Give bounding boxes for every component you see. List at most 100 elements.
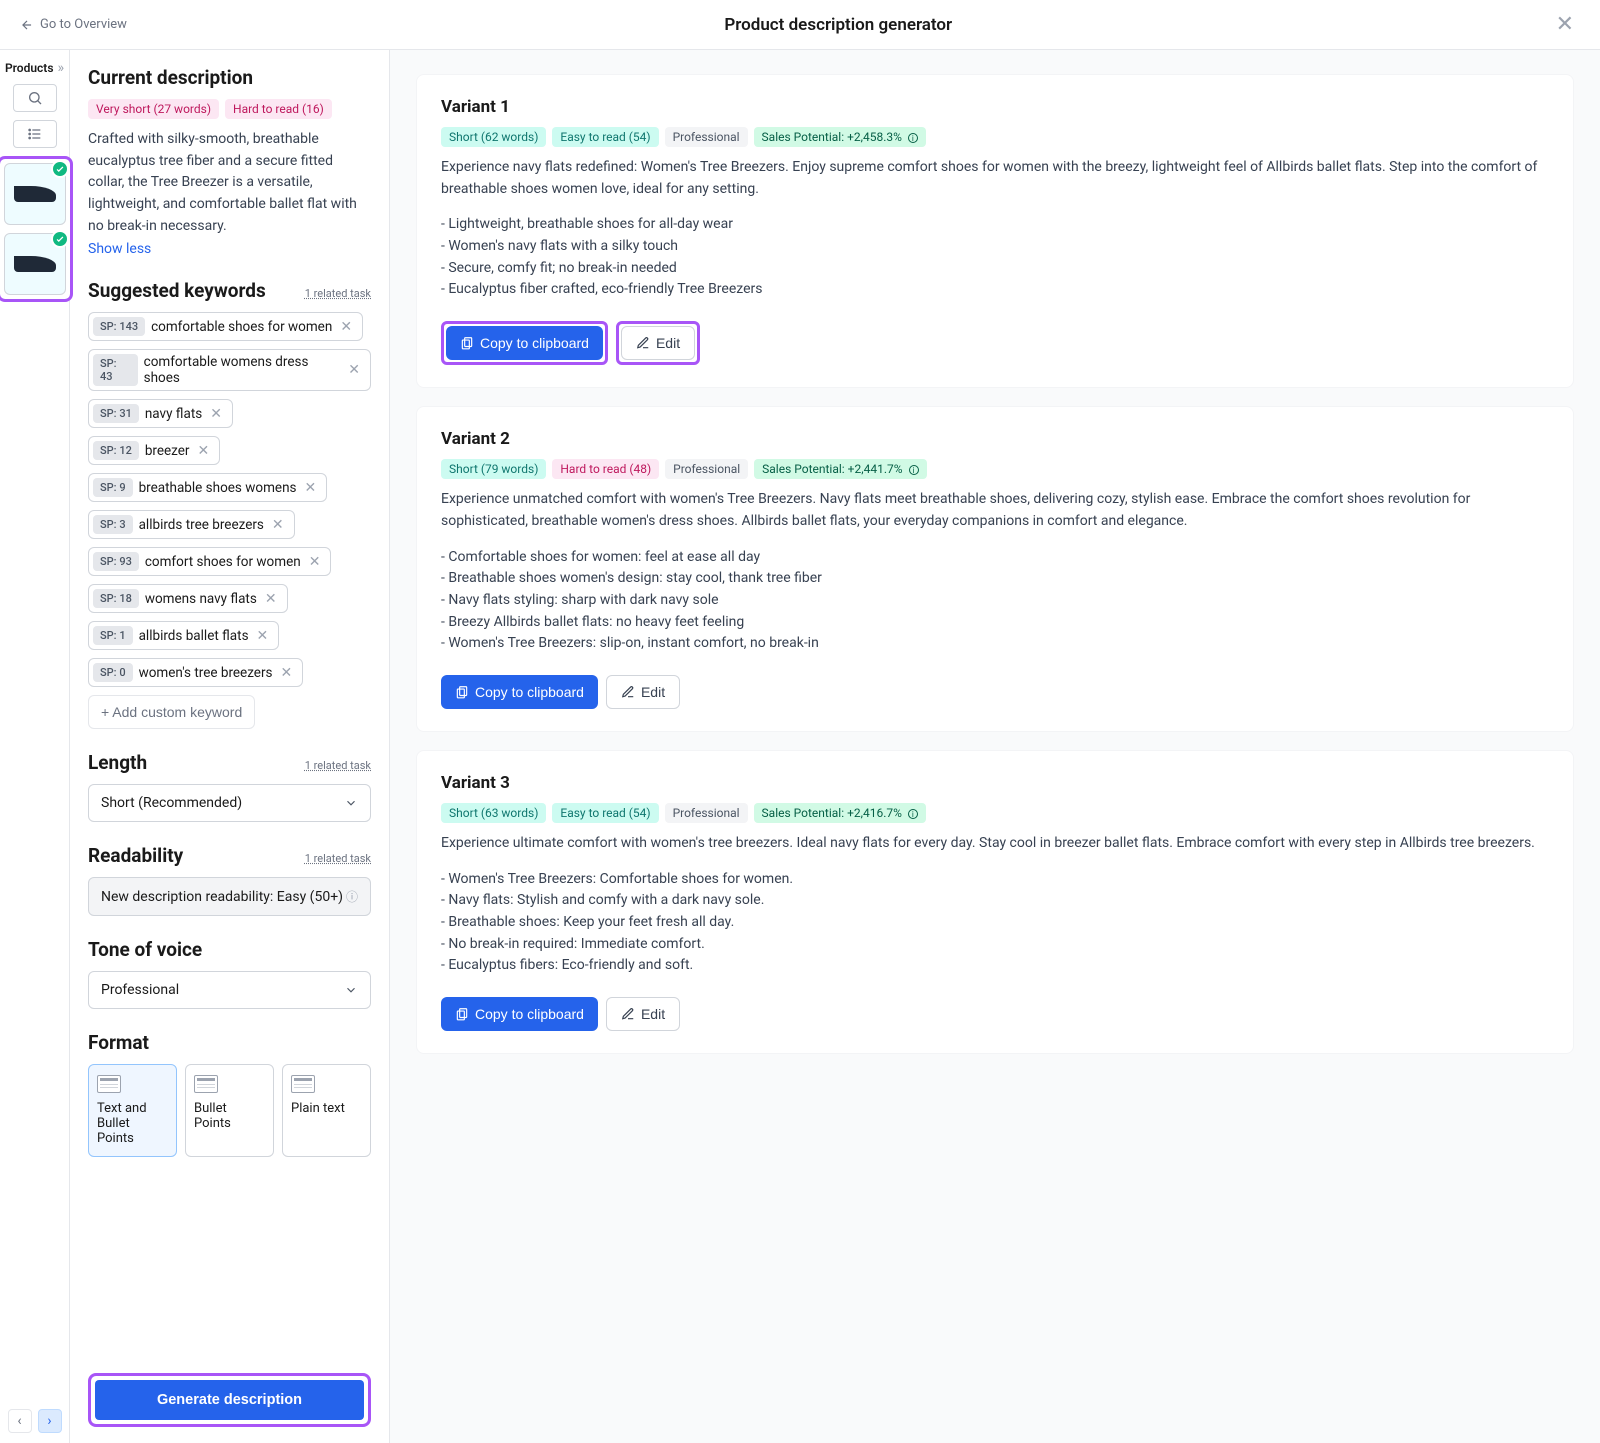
readability-badge: Easy to read (54) (552, 803, 658, 823)
keyword-text: breezer (145, 443, 190, 459)
remove-keyword-icon[interactable]: ✕ (263, 591, 279, 607)
remove-keyword-icon[interactable]: ✕ (270, 517, 286, 533)
tone-heading: Tone of voice (88, 938, 371, 961)
products-column-title: Products (5, 61, 54, 75)
chevron-down-icon (344, 983, 358, 997)
length-related-link[interactable]: 1 related task (305, 759, 371, 772)
copy-button[interactable]: Copy to clipboard (441, 675, 598, 709)
keyword-sp: SP: 143 (93, 317, 145, 336)
search-button[interactable] (13, 84, 57, 112)
remove-keyword-icon[interactable]: ✕ (196, 443, 212, 459)
copy-highlighted: Copy to clipboard (441, 321, 608, 365)
variant-bullets: - Comfortable shoes for women: feel at e… (441, 547, 1549, 655)
keyword-text: allbirds ballet flats (139, 628, 249, 644)
keyword-chip: SP: 143comfortable shoes for women✕ (88, 312, 363, 341)
shoe-image (14, 186, 56, 202)
generate-button-highlighted: Generate description (88, 1373, 371, 1427)
variant-card: Variant 1 Short (62 words)Easy to read (5… (416, 74, 1574, 388)
search-icon (27, 90, 43, 106)
remove-keyword-icon[interactable]: ✕ (346, 362, 362, 378)
readability-related-link[interactable]: 1 related task (305, 852, 371, 865)
variant-title: Variant 2 (441, 429, 1549, 449)
variant-bullet: - Women's Tree Breezers: slip-on, instan… (441, 633, 1549, 655)
edit-button[interactable]: Edit (606, 997, 680, 1031)
format-options: Text and Bullet Points Bullet Points Pla… (88, 1064, 371, 1157)
sales-badge: Sales Potential: +2,458.3% i (754, 127, 926, 147)
remove-keyword-icon[interactable]: ✕ (279, 665, 295, 681)
variant-badges: Short (79 words)Hard to read (48)Profess… (441, 459, 1549, 479)
product-thumbnail[interactable] (4, 233, 66, 295)
next-page-button[interactable]: › (38, 1409, 62, 1433)
variant-bullet: - Comfortable shoes for women: feel at e… (441, 547, 1549, 569)
format-label: Plain text (291, 1101, 362, 1116)
readability-heading: Readability (88, 844, 183, 867)
keyword-chip: SP: 93comfort shoes for women✕ (88, 547, 331, 576)
variant-actions: Copy to clipboardEdit (441, 997, 1549, 1031)
variant-title: Variant 1 (441, 97, 1549, 117)
variant-card: Variant 2 Short (79 words)Hard to read (4… (416, 406, 1574, 732)
keyword-sp: SP: 0 (93, 663, 133, 682)
back-to-overview-link[interactable]: Go to Overview (20, 17, 127, 32)
format-bullets[interactable]: Bullet Points (185, 1064, 274, 1157)
format-plain[interactable]: Plain text (282, 1064, 371, 1157)
format-label: Text and Bullet Points (97, 1101, 168, 1146)
keyword-text: comfort shoes for women (145, 554, 301, 570)
variant-bullet: - Breathable shoes women's design: stay … (441, 568, 1549, 590)
close-button[interactable]: ✕ (1550, 12, 1580, 37)
length-select[interactable]: Short (Recommended) (88, 784, 371, 822)
settings-column: Current description Very short (27 words… (70, 50, 390, 1443)
show-less-link[interactable]: Show less (88, 241, 371, 257)
copy-button[interactable]: Copy to clipboard (441, 997, 598, 1031)
edit-highlighted: Edit (616, 321, 700, 365)
variant-badges: Short (62 words)Easy to read (54)Profess… (441, 127, 1549, 147)
clipboard-icon (455, 1007, 469, 1021)
remove-keyword-icon[interactable]: ✕ (307, 554, 323, 570)
keyword-sp: SP: 18 (93, 589, 139, 608)
pencil-icon (621, 1007, 635, 1021)
edit-button[interactable]: Edit (606, 675, 680, 709)
products-column: Products » ‹ › (0, 50, 70, 1443)
clipboard-icon (460, 336, 474, 350)
readability-select[interactable]: New description readability: Easy (50+) … (88, 877, 371, 916)
variant-title: Variant 3 (441, 773, 1549, 793)
format-icon (291, 1075, 315, 1093)
edit-button[interactable]: Edit (621, 326, 695, 360)
remove-keyword-icon[interactable]: ✕ (208, 406, 224, 422)
topbar: Go to Overview Product description gener… (0, 0, 1600, 50)
variant-bullet: - Eucalyptus fibers: Eco-friendly and so… (441, 955, 1549, 977)
format-label: Bullet Points (194, 1101, 265, 1131)
keyword-text: women's tree breezers (139, 665, 273, 681)
tone-select[interactable]: Professional (88, 971, 371, 1009)
readability-badge: Easy to read (54) (552, 127, 658, 147)
keyword-chip: SP: 43comfortable womens dress shoes✕ (88, 349, 371, 391)
keyword-chip: SP: 1 allbirds ballet flats ✕ (88, 621, 279, 650)
keywords-related-link[interactable]: 1 related task (305, 287, 371, 300)
keyword-chip: SP: 9breathable shoes womens✕ (88, 473, 327, 502)
keyword-sp: SP: 1 (93, 626, 133, 645)
length-badge: Very short (27 words) (88, 99, 219, 119)
remove-keyword-icon[interactable]: ✕ (255, 628, 271, 644)
prev-page-button[interactable]: ‹ (8, 1409, 32, 1433)
add-keyword-button[interactable]: + Add custom keyword (88, 695, 255, 729)
keyword-sp: SP: 12 (93, 441, 139, 460)
format-icon (194, 1075, 218, 1093)
format-text-bullets[interactable]: Text and Bullet Points (88, 1064, 177, 1157)
remove-keyword-icon[interactable]: ✕ (303, 480, 319, 496)
sort-button[interactable] (13, 120, 57, 148)
copy-button[interactable]: Copy to clipboard (446, 326, 603, 360)
generate-button[interactable]: Generate description (95, 1380, 364, 1420)
keyword-chip: SP: 3allbirds tree breezers✕ (88, 510, 295, 539)
keyword-list: SP: 143comfortable shoes for women✕ SP: 4… (88, 312, 371, 729)
product-thumbnail[interactable] (4, 163, 66, 225)
list-icon (27, 126, 43, 142)
remove-keyword-icon[interactable]: ✕ (338, 319, 354, 335)
variant-bullet: - Breathable shoes: Keep your feet fresh… (441, 912, 1549, 934)
variant-bullet: - Women's navy flats with a silky touch (441, 236, 1549, 258)
variant-intro: Experience ultimate comfort with women's… (441, 833, 1549, 855)
length-value: Short (Recommended) (101, 795, 242, 811)
variant-bullets: - Lightweight, breathable shoes for all-… (441, 214, 1549, 301)
keyword-chip: SP: 31navy flats✕ (88, 399, 233, 428)
keywords-heading: Suggested keywords (88, 279, 266, 302)
tone-value: Professional (101, 982, 179, 998)
arrow-left-icon (20, 18, 34, 32)
